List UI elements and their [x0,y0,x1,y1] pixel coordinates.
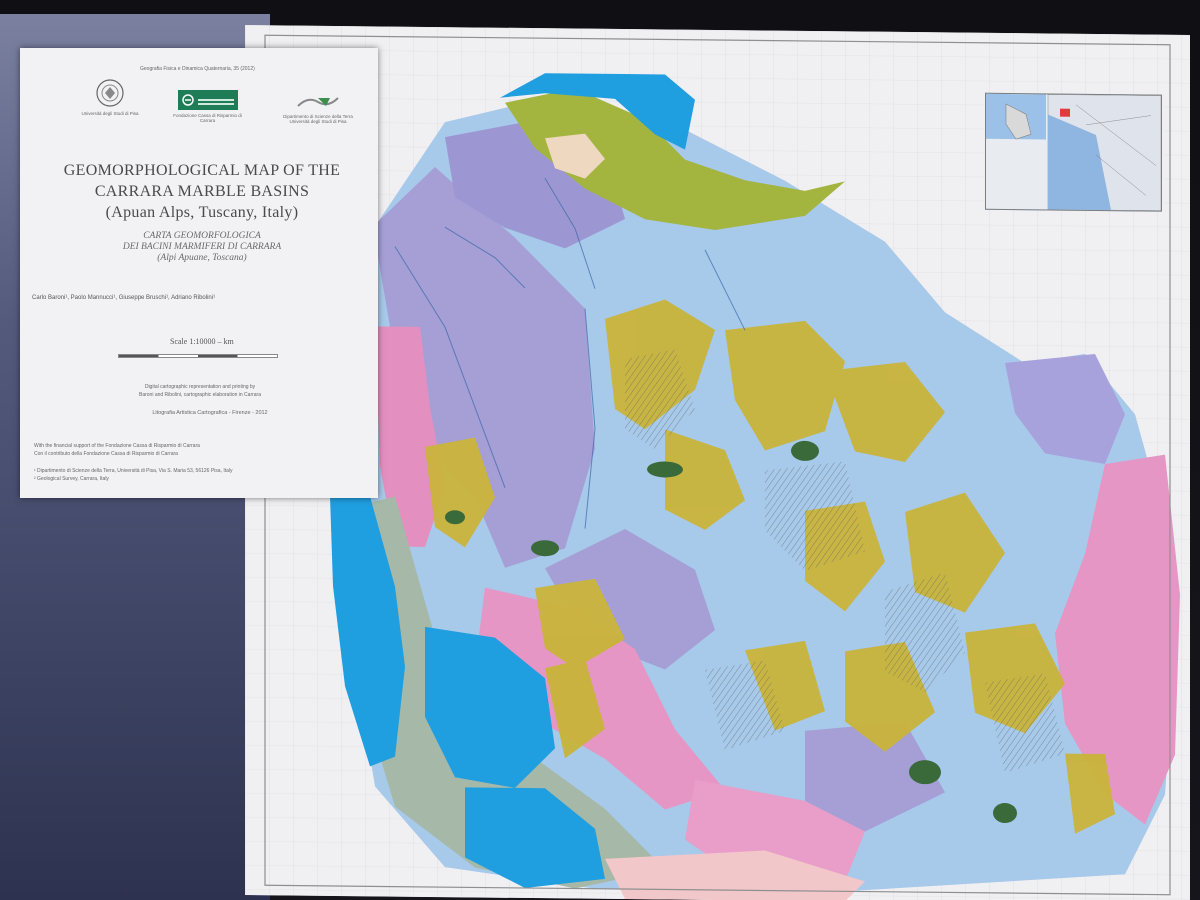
scale-bar [118,354,278,358]
acknowledgement: With the financial support of the Fondaz… [34,443,200,449]
university-caption: Università degli Studi di Pisa [81,111,139,116]
geomorphological-map [245,25,1190,900]
location-marker-icon [1060,108,1070,117]
department-caption: Dipartimento di Scienze della Terra Univ… [283,114,353,124]
map-title-english: GEOMORPHOLOGICAL MAP OF THE CARRARA MARB… [32,160,372,223]
map-title-italian: CARTA GEOMORFOLOGICA DEI BACINI MARMIFER… [32,231,372,264]
location-inset-map [985,92,1162,212]
printer-line: Litografia Artistica Cartografica - Fire… [152,410,268,416]
foundation-caption: Fondazione Cassa di Risparmio di Carrara [173,113,242,123]
university-logo: Università degli Studi di Pisa [80,78,140,116]
projection-screen: Geografia Fisica e Dinamica Quaternaria,… [0,0,1200,900]
affiliation-2: ² Geological Survey, Carrara, Italy [34,476,109,482]
affiliation: ¹ Dipartimento di Scienze della Terra, U… [34,468,233,474]
scale-label: Scale 1:10000 – km [170,337,234,346]
title-line: (Apuan Alps, Tuscany, Italy) [105,204,299,221]
university-seal-icon [96,79,124,107]
production-note-2: Baroni and Ribolini, cartographic elabor… [138,392,261,398]
production-note: Digital cartographic representation and … [144,384,256,390]
journal-line: Geografia Fisica e Dinamica Quaternaria,… [140,66,255,72]
map-title-card: Geografia Fisica e Dinamica Quaternaria,… [20,48,378,498]
department-logo: Dipartimento di Scienze della Terra Univ… [278,94,358,124]
title-line: CARRARA MARBLE BASINS [94,183,310,200]
title-line: CARTA GEOMORFOLOGICA [143,231,261,241]
title-line: DEI BACINI MARMIFERI DI CARRARA [122,242,282,252]
foundation-logo-icon [177,90,238,110]
acknowledgement-2: Con il contributo della Fondazione Cassa… [34,451,178,457]
title-line: (Alpi Apuane, Toscana) [157,253,247,263]
foundation-logo: Fondazione Cassa di Risparmio di Carrara [173,90,242,123]
title-line: GEOMORPHOLOGICAL MAP OF THE [63,162,341,179]
research-dept-logo-icon [297,97,339,107]
map-authors: Carlo Baroni¹, Paolo Mannucci¹, Giuseppe… [32,295,216,301]
